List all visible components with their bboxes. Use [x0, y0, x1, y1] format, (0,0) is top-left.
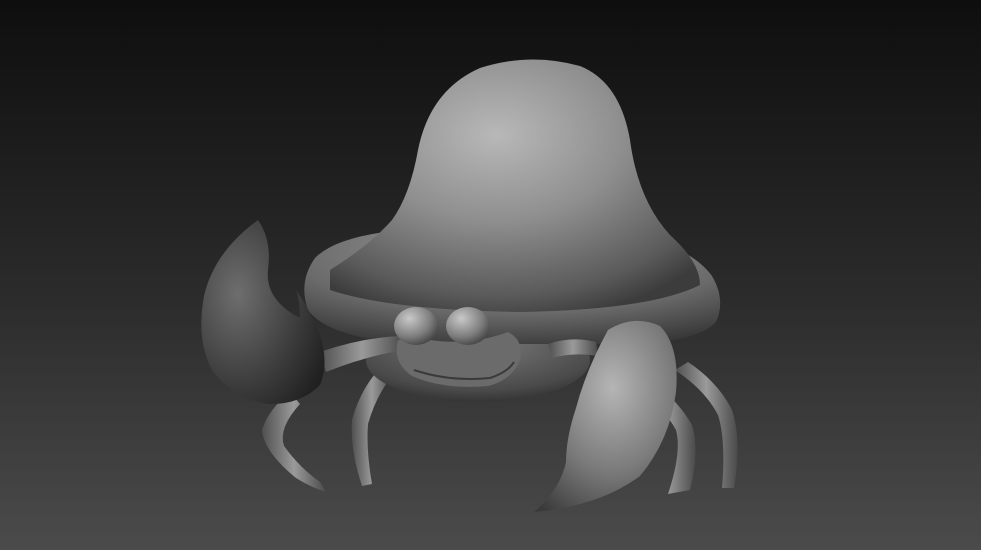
leg-left-front — [262, 392, 326, 492]
3d-viewport[interactable] — [0, 0, 981, 550]
crab-model[interactable] — [0, 0, 981, 550]
shell-dome — [330, 59, 700, 312]
claw-left — [201, 220, 325, 405]
eye-right — [446, 307, 490, 345]
eye-left — [394, 307, 438, 345]
leg-left-back — [351, 368, 392, 486]
